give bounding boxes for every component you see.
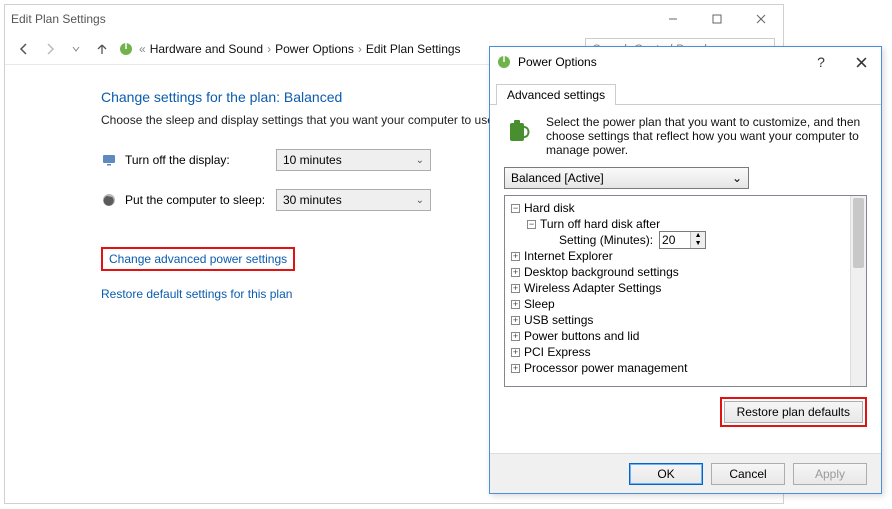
nav-history-dropdown[interactable] <box>65 38 87 60</box>
power-options-dialog: Power Options ? Advanced settings Select… <box>489 46 882 494</box>
expand-icon[interactable]: + <box>511 300 520 309</box>
expand-icon[interactable]: + <box>511 316 520 325</box>
tree-node[interactable]: USB settings <box>524 312 593 328</box>
tree-node[interactable]: Wireless Adapter Settings <box>524 280 661 296</box>
tree-scrollbar[interactable] <box>850 196 866 386</box>
nav-back-button[interactable] <box>13 38 35 60</box>
highlight-restore-defaults: Restore plan defaults <box>720 397 867 427</box>
tree-node[interactable]: PCI Express <box>524 344 591 360</box>
chevron-down-icon: ⌄ <box>732 171 742 185</box>
minimize-button[interactable] <box>651 5 695 33</box>
advanced-power-settings-link[interactable]: Change advanced power settings <box>109 252 287 266</box>
battery-icon <box>504 115 536 147</box>
settings-tree[interactable]: − Hard disk − Turn off hard disk after S… <box>504 195 867 387</box>
tree-node[interactable]: Processor power management <box>524 360 687 376</box>
nav-up-button[interactable] <box>91 38 113 60</box>
setting-minutes-label: Setting (Minutes): <box>559 232 653 248</box>
collapse-icon[interactable]: − <box>511 204 520 213</box>
dialog-close-button[interactable] <box>841 47 881 77</box>
tab-advanced-settings[interactable]: Advanced settings <box>496 84 616 105</box>
spin-up-button[interactable]: ▲ <box>691 232 705 240</box>
chevron-right-icon: › <box>267 42 271 56</box>
expand-icon[interactable]: + <box>511 252 520 261</box>
expand-icon[interactable]: + <box>511 332 520 341</box>
cancel-button[interactable]: Cancel <box>711 463 785 485</box>
collapse-icon[interactable]: − <box>527 220 536 229</box>
tree-node-hard-disk[interactable]: Hard disk <box>524 200 575 216</box>
chevron-down-icon: ⌄ <box>416 155 424 166</box>
combo-value: 10 minutes <box>283 153 342 167</box>
plan-name: Balanced <box>284 89 342 105</box>
tab-bar: Advanced settings <box>490 77 881 105</box>
setting-minutes-input[interactable] <box>660 232 690 248</box>
scrollbar-thumb[interactable] <box>853 198 864 268</box>
expand-icon[interactable]: + <box>511 268 520 277</box>
spin-down-button[interactable]: ▼ <box>691 240 705 248</box>
display-off-label: Turn off the display: <box>125 153 230 167</box>
sleep-combo[interactable]: 30 minutes ⌄ <box>276 189 431 211</box>
close-button[interactable] <box>739 5 783 33</box>
window-title: Edit Plan Settings <box>11 12 651 26</box>
tree-node[interactable]: Desktop background settings <box>524 264 679 280</box>
highlight-advanced-link: Change advanced power settings <box>101 247 295 271</box>
combo-value: 30 minutes <box>283 193 342 207</box>
power-icon <box>496 54 512 70</box>
help-button[interactable]: ? <box>801 47 841 77</box>
sleep-icon <box>101 192 117 208</box>
tree-node-turn-off-hd[interactable]: Turn off hard disk after <box>540 216 660 232</box>
restore-plan-defaults-button[interactable]: Restore plan defaults <box>724 401 863 423</box>
power-icon <box>117 40 135 58</box>
expand-icon[interactable]: + <box>511 348 520 357</box>
tree-node[interactable]: Sleep <box>524 296 555 312</box>
plan-selector-combo[interactable]: Balanced [Active] ⌄ <box>504 167 749 189</box>
breadcrumb: Hardware and Sound › Power Options › Edi… <box>150 42 461 56</box>
tree-node[interactable]: Internet Explorer <box>524 248 613 264</box>
display-icon <box>101 152 117 168</box>
dialog-titlebar: Power Options ? <box>490 47 881 77</box>
nav-forward-button[interactable] <box>39 38 61 60</box>
display-off-combo[interactable]: 10 minutes ⌄ <box>276 149 431 171</box>
chevron-down-icon: ⌄ <box>416 195 424 206</box>
tree-node[interactable]: Power buttons and lid <box>524 328 639 344</box>
crumb-power-options[interactable]: Power Options <box>275 42 354 56</box>
ok-button[interactable]: OK <box>629 463 703 485</box>
apply-button[interactable]: Apply <box>793 463 867 485</box>
crumb-hw-sound[interactable]: Hardware and Sound <box>150 42 263 56</box>
crumb-edit-plan[interactable]: Edit Plan Settings <box>366 42 461 56</box>
dialog-description: Select the power plan that you want to c… <box>546 115 867 157</box>
dialog-title: Power Options <box>518 55 801 69</box>
expand-icon[interactable]: + <box>511 364 520 373</box>
chevron-right-icon: › <box>358 42 362 56</box>
sleep-label: Put the computer to sleep: <box>125 193 265 207</box>
setting-minutes-spin[interactable]: ▲ ▼ <box>659 231 706 249</box>
heading-prefix: Change settings for the plan: <box>101 89 284 105</box>
plan-selector-value: Balanced [Active] <box>511 171 604 185</box>
maximize-button[interactable] <box>695 5 739 33</box>
expand-icon[interactable]: + <box>511 284 520 293</box>
titlebar: Edit Plan Settings <box>5 5 783 33</box>
dialog-footer: OK Cancel Apply <box>490 453 881 493</box>
